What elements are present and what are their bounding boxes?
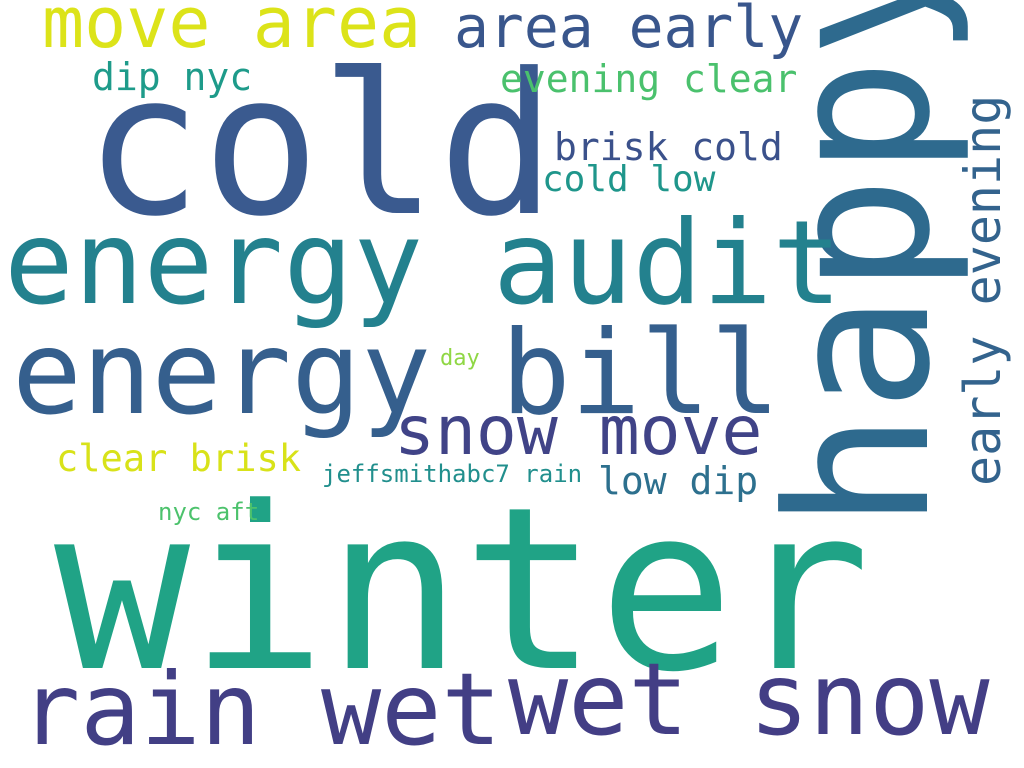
word-snow-move: snow move — [394, 392, 763, 471]
word-rain-wet: rain wet — [20, 651, 502, 768]
word-area-early: area early — [454, 0, 804, 61]
word-early-evening: early evening — [954, 94, 1012, 486]
word-evening-clear: evening clear — [500, 57, 798, 101]
word-low-dip: low dip — [598, 459, 759, 503]
word-clear-brisk: clear brisk — [56, 437, 302, 480]
word-wet-snow: wet snow — [508, 641, 990, 758]
word-nyc-aft: nyc aft — [158, 498, 260, 526]
word-cold-low: cold low — [542, 159, 716, 200]
word-dip-nyc: dip nyc — [92, 55, 253, 99]
word-cloud: winter cold happy energy audit energy bi… — [0, 0, 1024, 768]
word-move-area: move area — [42, 0, 422, 64]
word-jeffsmithabc7-rain: jeffsmithabc7 rain — [322, 460, 583, 488]
word-day: day — [440, 346, 480, 371]
word-energy-audit: energy audit — [4, 196, 843, 331]
